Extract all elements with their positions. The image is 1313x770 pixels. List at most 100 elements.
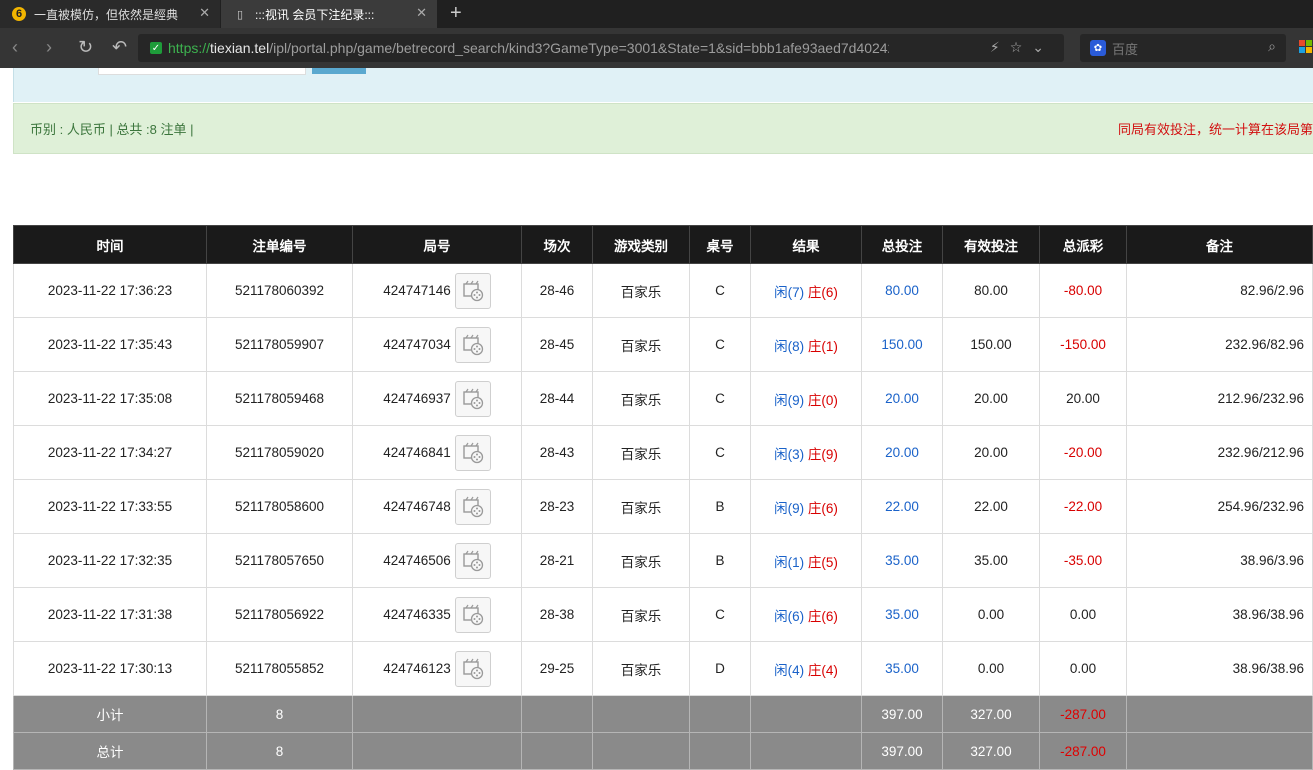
player-result: 闲(6)	[774, 608, 805, 624]
video-replay-icon[interactable]	[454, 326, 491, 363]
video-replay-icon[interactable]	[454, 650, 491, 687]
empty-cell	[352, 695, 522, 733]
column-header: 场次	[521, 225, 593, 264]
player-result: 闲(9)	[774, 392, 805, 408]
session: 28-23	[521, 479, 593, 534]
round-number: 424746335	[383, 607, 451, 622]
session: 29-25	[521, 641, 593, 696]
baidu-icon: ✿	[1090, 40, 1106, 56]
bet-id: 521178060392	[206, 263, 353, 318]
round-number: 424746748	[383, 499, 451, 514]
result: 闲(8) 庄(1)	[750, 317, 862, 372]
valid-bet: 20.00	[942, 425, 1040, 480]
total-bet: 35.00	[861, 641, 943, 696]
document-icon: ▯	[236, 8, 244, 21]
url-action-icons[interactable]: ⚡☆⌄	[990, 39, 1054, 56]
banker-result: 庄(5)	[807, 554, 838, 570]
banker-result: 庄(4)	[807, 662, 838, 678]
game-type: 百家乐	[592, 533, 690, 588]
column-header: 局号	[352, 225, 522, 264]
result: 闲(9) 庄(0)	[750, 371, 862, 426]
video-replay-icon[interactable]	[454, 272, 491, 309]
new-tab-icon[interactable]: +	[450, 2, 462, 25]
video-replay-icon[interactable]	[454, 380, 491, 417]
total-bet: 80.00	[861, 263, 943, 318]
banker-result: 庄(1)	[807, 338, 838, 354]
session: 28-44	[521, 371, 593, 426]
game-type: 百家乐	[592, 317, 690, 372]
session: 28-21	[521, 533, 593, 588]
valid-bet: 20.00	[942, 371, 1040, 426]
column-header: 桌号	[689, 225, 751, 264]
round-cell: 424747034	[352, 317, 522, 372]
video-replay-icon[interactable]	[454, 488, 491, 525]
player-result: 闲(7)	[774, 284, 805, 300]
video-replay-icon[interactable]	[454, 542, 491, 579]
secure-shield-icon: ✓	[150, 42, 162, 54]
sum-valid-bet: 327.00	[942, 695, 1040, 733]
round-cell: 424746937	[352, 371, 522, 426]
session: 28-46	[521, 263, 593, 318]
search-icon[interactable]: ⌕	[1268, 38, 1276, 55]
payout: -80.00	[1039, 263, 1127, 318]
session: 28-43	[521, 425, 593, 480]
empty-cell	[1126, 732, 1313, 770]
address-toolbar: ‹ › ↻ ↶ ✓ https://tiexian.tel/ipl/portal…	[0, 28, 1313, 68]
empty-cell	[1126, 695, 1313, 733]
valid-bet: 80.00	[942, 263, 1040, 318]
round-cell: 424746748	[352, 479, 522, 534]
search-input[interactable]: ✿ 百度 ⌕	[1080, 34, 1286, 62]
bet-id: 521178059468	[206, 371, 353, 426]
table-row: 2023-11-22 17:35:08 521178059468 424746937…	[13, 371, 1313, 426]
table-number: C	[689, 371, 751, 426]
round-cell: 424746841	[352, 425, 522, 480]
filter-input[interactable]	[98, 68, 306, 75]
game-type: 百家乐	[592, 587, 690, 642]
close-icon[interactable]: ✕	[416, 5, 427, 21]
undo-icon[interactable]: ↶	[112, 37, 127, 58]
table-row: 2023-11-22 17:31:38 521178056922 424746335…	[13, 587, 1313, 642]
column-header: 结果	[750, 225, 862, 264]
forward-icon[interactable]: ›	[46, 37, 52, 58]
summary-alert: 币别 : 人民币 | 总共 :8 注单 | 同局有效投注，统一计算在该局第	[13, 103, 1313, 154]
note: 82.96/2.96	[1126, 263, 1313, 318]
empty-cell	[592, 695, 690, 733]
round-number: 424746123	[383, 661, 451, 676]
table-number: B	[689, 479, 751, 534]
note: 254.96/232.96	[1126, 479, 1313, 534]
back-icon[interactable]: ‹	[12, 37, 18, 58]
empty-cell	[352, 732, 522, 770]
address-bar[interactable]: ✓ https://tiexian.tel/ipl/portal.php/gam…	[138, 34, 1064, 62]
result: 闲(6) 庄(6)	[750, 587, 862, 642]
tab-1[interactable]: 6 一直被模仿，但依然是經典 ✕	[0, 0, 220, 28]
search-button[interactable]	[312, 68, 366, 74]
payout: 20.00	[1039, 371, 1127, 426]
round-cell: 424746506	[352, 533, 522, 588]
close-icon[interactable]: ✕	[199, 5, 210, 21]
sum-count: 8	[206, 732, 353, 770]
reload-icon[interactable]: ↻	[78, 37, 93, 58]
table-number: C	[689, 317, 751, 372]
valid-bet: 35.00	[942, 533, 1040, 588]
video-replay-icon[interactable]	[454, 434, 491, 471]
result: 闲(7) 庄(6)	[750, 263, 862, 318]
round-cell: 424747146	[352, 263, 522, 318]
table-row: 2023-11-22 17:35:43 521178059907 424747034…	[13, 317, 1313, 372]
table-number: C	[689, 263, 751, 318]
banker-result: 庄(6)	[807, 284, 838, 300]
round-number: 424746506	[383, 553, 451, 568]
sum-count: 8	[206, 695, 353, 733]
apps-icon[interactable]	[1299, 40, 1313, 54]
tab-2[interactable]: ▯ :::视讯 会员下注纪录::: ✕	[221, 0, 437, 28]
total-bet: 35.00	[861, 587, 943, 642]
round-number: 424746937	[383, 391, 451, 406]
column-header: 总派彩	[1039, 225, 1127, 264]
table-header-row: 时间 注单编号 局号 场次 游戏类别 桌号 结果 总投注 有效投注 总派彩 备注	[13, 225, 1313, 264]
video-replay-icon[interactable]	[454, 596, 491, 633]
game-type: 百家乐	[592, 371, 690, 426]
note: 232.96/212.96	[1126, 425, 1313, 480]
empty-cell	[689, 732, 751, 770]
bet-time: 2023-11-22 17:34:27	[13, 425, 207, 480]
banker-result: 庄(0)	[807, 392, 838, 408]
column-header: 时间	[13, 225, 207, 264]
